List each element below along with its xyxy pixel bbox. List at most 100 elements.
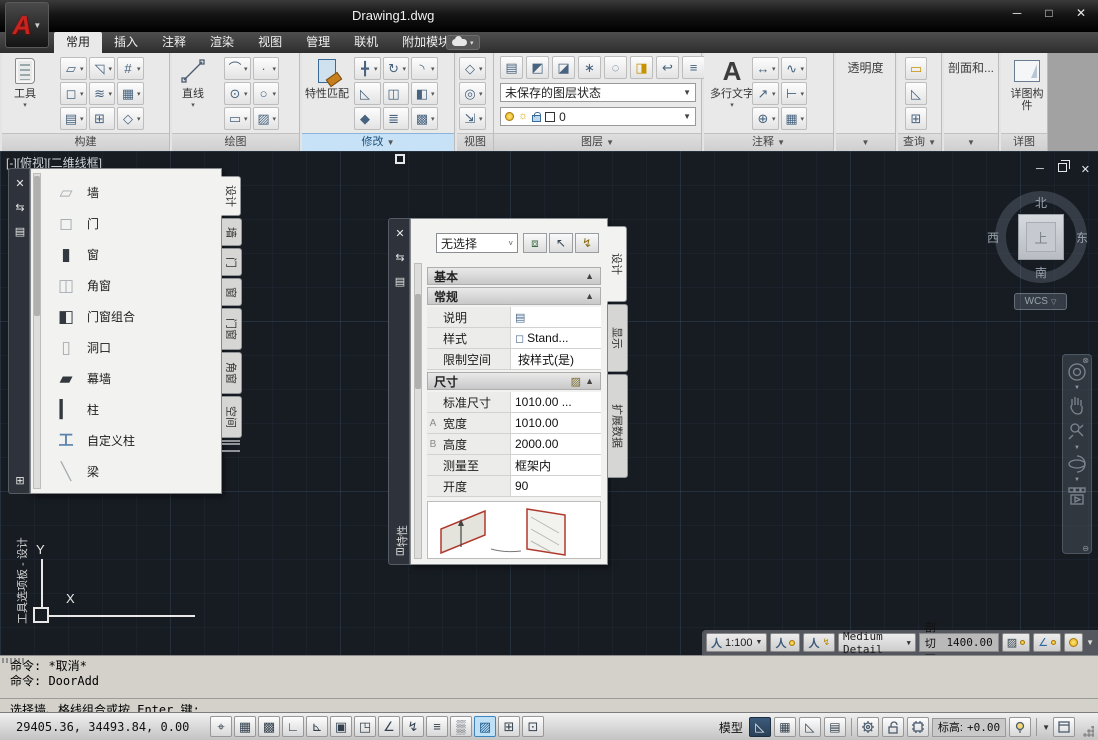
tool-palette-scrollbar[interactable] <box>33 173 41 489</box>
viewcube[interactable]: 上 <box>1018 214 1064 260</box>
status-toggle-button[interactable]: ⊾ <box>306 716 328 737</box>
more-tabs-indicator[interactable] <box>222 440 240 452</box>
dropdown-arrow-icon[interactable]: ▾ <box>137 65 141 73</box>
quick-select-button[interactable]: ⧈ <box>523 233 547 253</box>
layer-tool-button[interactable]: ◪ <box>552 56 575 79</box>
close-icon[interactable]: ✕ <box>9 177 31 190</box>
detail-level-dropdown[interactable]: Medium Detail▼ <box>838 633 916 652</box>
autohide-icon[interactable]: ⇆ <box>9 201 31 214</box>
property-row[interactable]: A 宽度 1010.00 <box>427 413 601 434</box>
tool-palette-tab[interactable]: 墙 <box>222 218 242 246</box>
ribbon-tool-button[interactable]: ▦ ▾ <box>117 82 144 105</box>
layer-color-swatch[interactable] <box>545 112 555 122</box>
layer-tool-button[interactable]: ▤ <box>500 56 523 79</box>
status-toggle-button[interactable]: ⌖ <box>210 716 232 737</box>
compass-south-label[interactable]: 南 <box>1035 264 1047 281</box>
ribbon-tool-button[interactable]: ⊞ ▾ <box>89 107 116 130</box>
tool-palette-item[interactable]: ▰ 幕墙 <box>45 363 217 394</box>
palette-properties-icon[interactable]: ⊟ <box>389 545 411 558</box>
property-value[interactable]: 1010.00 <box>515 416 558 430</box>
dropdown-arrow-icon[interactable]: ▾ <box>137 115 141 123</box>
dropdown-arrow-icon[interactable]: ▾ <box>80 90 84 98</box>
dropdown-arrow-icon[interactable]: ▾ <box>244 115 248 123</box>
full-navigation-wheel-icon[interactable] <box>1066 361 1088 383</box>
clean-screen-button[interactable] <box>1053 717 1075 737</box>
quick-view-drawings-button[interactable]: ▤ <box>824 717 846 737</box>
compass-west-label[interactable]: 西 <box>987 229 999 246</box>
autohide-icon[interactable]: ⇆ <box>389 251 411 264</box>
scrollbar-thumb[interactable] <box>34 176 40 316</box>
tool-palette-titlebar[interactable]: ✕ ⇆ ▤ 工具选项板 - 设计 ⊞ <box>8 168 30 494</box>
viewcube-top-face-label[interactable]: 上 <box>1034 228 1047 247</box>
properties-titlebar[interactable]: ✕ ⇆ ▤ 特性 ⊟ <box>388 218 410 565</box>
model-button[interactable]: 模型 <box>716 719 746 736</box>
dropdown-arrow-icon[interactable]: ▾ <box>273 65 277 73</box>
status-toggle-button[interactable]: ▨ <box>474 716 496 737</box>
properties-scrollbar[interactable] <box>414 263 422 559</box>
detail-component-button[interactable]: 详图构件 <box>1007 56 1047 112</box>
tool-palette-item[interactable]: ◫ 角窗 <box>45 270 217 301</box>
panel-title-annotate[interactable]: 注释 ▼ <box>704 133 833 151</box>
property-row[interactable]: 标准尺寸 1010.00 ... <box>427 392 601 413</box>
panel-title-section[interactable]: ▼ <box>944 133 998 151</box>
property-value[interactable]: 1010.00 ... <box>515 395 572 409</box>
property-row[interactable]: B 高度 2000.00 <box>427 434 601 455</box>
surface-hatch-toggle-button[interactable]: ▨ <box>1002 633 1030 652</box>
showmotion-icon[interactable] <box>1066 485 1088 507</box>
layer-on-icon[interactable] <box>505 112 514 121</box>
annotation-scale-button[interactable]: 人 1:100▼ <box>706 633 767 652</box>
tool-palette-tab[interactable]: 门 <box>222 248 242 276</box>
ribbon-tool-button[interactable]: ╋ ▾ <box>354 57 381 80</box>
status-toggle-button[interactable]: ≡ <box>426 716 448 737</box>
ribbon-tool-button[interactable]: ○ ▾ <box>253 82 280 105</box>
chevron-down-icon[interactable]: ▼ <box>1074 385 1080 391</box>
compass-east-label[interactable]: 东 <box>1076 229 1088 246</box>
command-line-area[interactable]: 命令: *取消*命令: DoorAdd 选择墙、格线组合或按 Enter 键: <box>0 655 1098 712</box>
dropdown-arrow-icon[interactable]: ▾ <box>403 65 407 73</box>
document-restore-button[interactable] <box>1058 163 1067 172</box>
annotation-visibility-button[interactable]: 人 <box>770 633 800 652</box>
panel-title-view[interactable]: 视图 <box>457 133 493 151</box>
dropdown-arrow-icon[interactable]: ▾ <box>80 65 84 73</box>
scrollbar-thumb[interactable] <box>415 294 421 389</box>
tool-palette-item[interactable]: ▮ 窗 <box>45 239 217 270</box>
ribbon-tab[interactable]: 渲染 <box>198 32 246 53</box>
navbar-customize-icon[interactable]: ⊖ <box>1082 544 1089 553</box>
online-options-button[interactable]: ▾ <box>446 35 480 50</box>
tool-palette-item[interactable]: 工 自定义柱 <box>45 425 217 456</box>
ribbon-tool-button[interactable]: ↻ ▾ <box>383 57 410 80</box>
ribbon-tool-button[interactable]: ⇲ ▾ <box>459 107 486 130</box>
coordinates-display[interactable]: 29405.36, 34493.84, 0.00 <box>16 720 189 734</box>
line-button[interactable]: 直线▾ <box>178 56 208 112</box>
layer-tool-button[interactable]: ≡ <box>682 56 705 79</box>
orbit-icon[interactable] <box>1066 453 1088 475</box>
window-maximize-button[interactable]: □ <box>1042 6 1056 20</box>
tool-palette-item[interactable]: ╲ 梁 <box>45 456 217 487</box>
zoom-icon[interactable] <box>1066 419 1088 443</box>
toolbar-lock-button[interactable] <box>882 717 904 737</box>
tools-button[interactable]: 工具▾ <box>10 56 40 112</box>
ribbon-tool-button[interactable]: ∿ ▾ <box>781 57 808 80</box>
layer-unlock-icon[interactable] <box>532 115 541 122</box>
ribbon-tool-button[interactable]: ≣ ▾ <box>383 107 410 130</box>
tool-palette-item[interactable]: ▯ 洞口 <box>45 332 217 363</box>
close-icon[interactable]: ✕ <box>389 227 411 240</box>
ribbon-tab[interactable]: 常用 <box>54 32 102 53</box>
ribbon-tool-button[interactable]: ⊢ ▾ <box>781 82 808 105</box>
dropdown-arrow-icon[interactable]: ▾ <box>80 115 84 123</box>
wcs-dropdown[interactable]: WCS▽ <box>1014 293 1067 310</box>
match-properties-button[interactable]: 特性匹配 <box>304 56 350 100</box>
layer-tool-button[interactable]: ◩ <box>526 56 549 79</box>
application-menu-button[interactable]: A ▼ <box>5 2 49 48</box>
select-objects-button[interactable]: ↖ <box>549 233 573 253</box>
collapse-arrow-icon[interactable]: ▲ <box>585 291 594 301</box>
layer-dropdown[interactable]: ☼ 0 ▼ <box>500 107 696 126</box>
panel-title-layers[interactable]: 图层 ▼ <box>494 133 701 151</box>
ribbon-tool-button[interactable]: ⌒ ▾ <box>224 57 251 80</box>
ribbon-tool-button[interactable]: ◧ ▾ <box>411 82 438 105</box>
status-toggle-button[interactable]: ∠ <box>378 716 400 737</box>
panel-title-detail[interactable]: 详图 <box>1001 133 1047 151</box>
ribbon-tool-button[interactable]: ◹ ▾ <box>89 57 116 80</box>
dropdown-arrow-icon[interactable]: ▾ <box>431 90 435 98</box>
properties-menu-icon[interactable]: ▤ <box>9 225 31 238</box>
